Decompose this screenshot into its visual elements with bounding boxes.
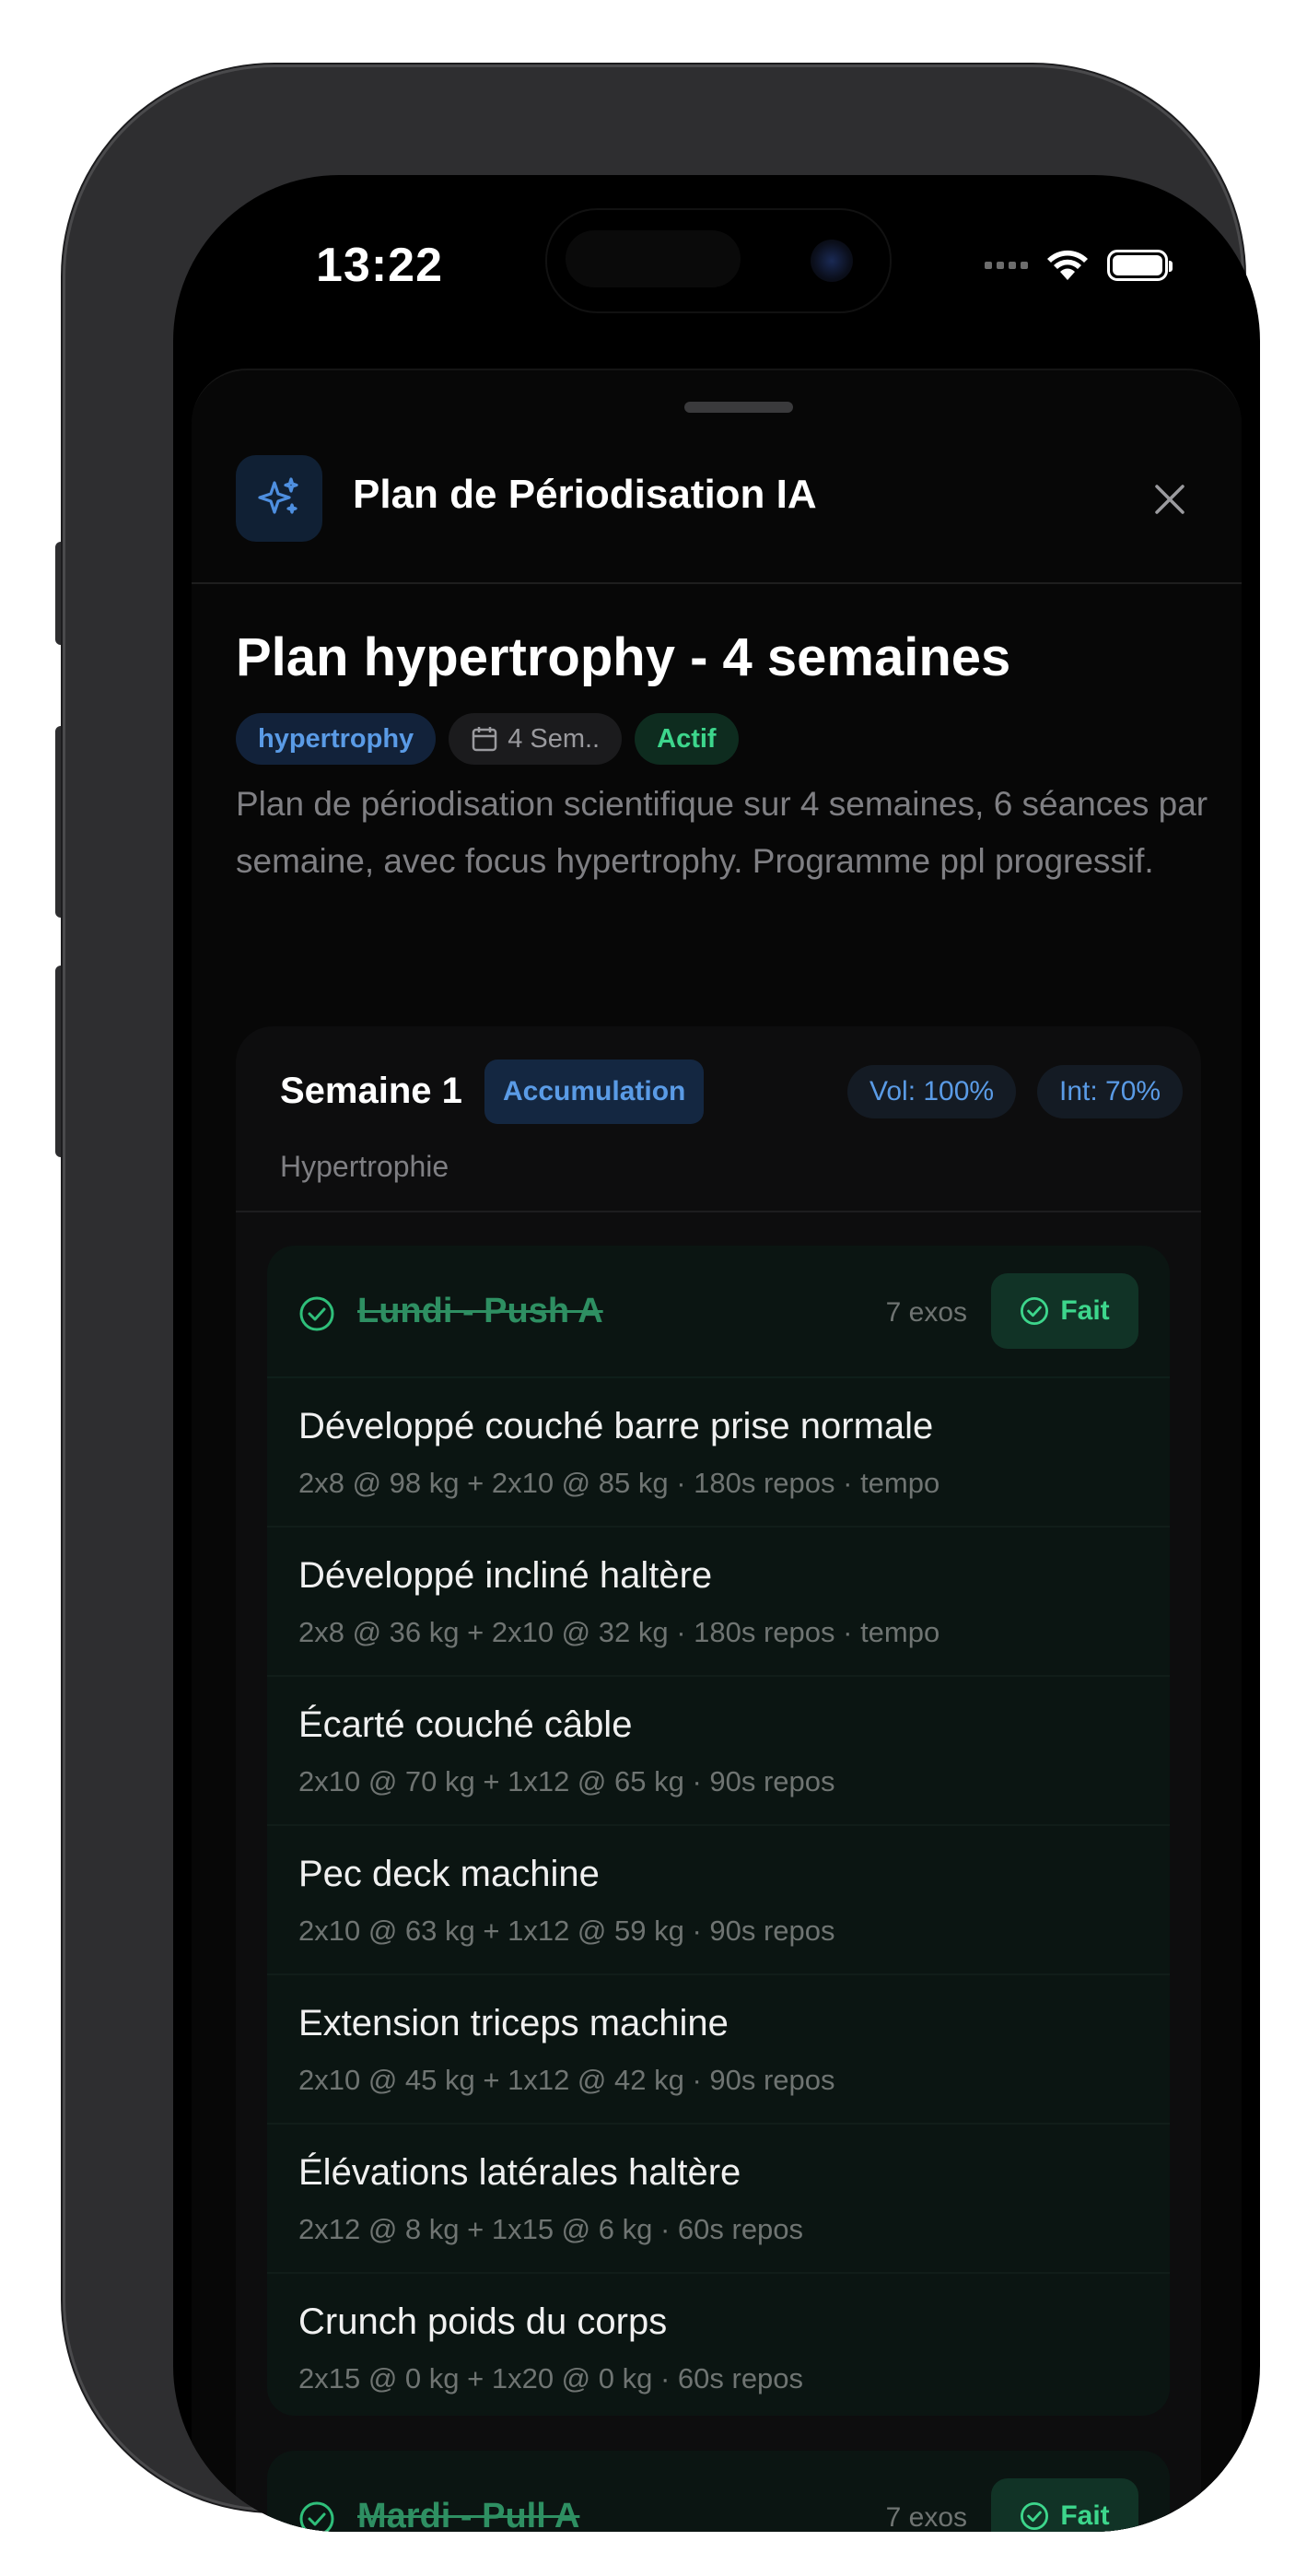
check-circle-icon: [1021, 2502, 1049, 2530]
status-time: 13:22: [316, 239, 443, 292]
done-label: Fait: [1060, 1295, 1110, 1326]
cellular-signal-icon: [985, 262, 1028, 269]
duration-label: 4 Sem..: [508, 723, 601, 754]
screen: 13:22 Plan de Périodisation IA Plan hype…: [173, 175, 1260, 2532]
session-card: Mardi - Pull A 7 exos Fait: [267, 2451, 1170, 2532]
week-subtitle: Hypertrophie: [280, 1150, 449, 1183]
exercise-detail: 2x15 @ 0 kg + 1x20 @ 0 kg · 60s repos: [298, 2362, 804, 2395]
check-circle-icon: [299, 2501, 334, 2532]
camera-icon: [811, 240, 853, 282]
goal-tag: hypertrophy: [236, 713, 437, 765]
exercise-name: Développé incliné haltère: [298, 1555, 713, 1596]
plan-tags: hypertrophy 4 Sem.. Actif: [236, 713, 739, 765]
exercise-list: Développé couché barre prise normale 2x8…: [267, 1378, 1170, 2416]
sheet-grabber[interactable]: [684, 402, 793, 413]
exercise-name: Élévations latérales haltère: [298, 2152, 741, 2193]
exercise-name: Crunch poids du corps: [298, 2301, 668, 2342]
session-name: Lundi - Push A: [357, 1292, 603, 1330]
session-name: Mardi - Pull A: [357, 2497, 580, 2532]
sheet-header: Plan de Périodisation IA: [192, 444, 1242, 584]
periodization-sheet: Plan de Périodisation IA Plan hypertroph…: [192, 369, 1242, 2532]
sparkles-icon: [236, 455, 322, 542]
exercise-item[interactable]: Crunch poids du corps 2x15 @ 0 kg + 1x20…: [267, 2274, 1170, 2416]
done-button[interactable]: Fait: [991, 1273, 1138, 1349]
week-header[interactable]: Semaine 1 Accumulation Vol: 100% Int: 70…: [236, 1026, 1201, 1212]
exercise-item[interactable]: Développé couché barre prise normale 2x8…: [267, 1378, 1170, 1528]
sheet-title: Plan de Périodisation IA: [353, 472, 817, 517]
calendar-icon: [472, 727, 497, 752]
exercise-count: 7 exos: [885, 2502, 967, 2532]
exercise-detail: 2x10 @ 63 kg + 1x12 @ 59 kg · 90s repos: [298, 1914, 835, 1947]
done-button[interactable]: Fait: [991, 2478, 1138, 2532]
exercise-item[interactable]: Écarté couché câble 2x10 @ 70 kg + 1x12 …: [267, 1677, 1170, 1826]
exercise-detail: 2x10 @ 70 kg + 1x12 @ 65 kg · 90s repos: [298, 1765, 835, 1797]
exercise-name: Développé couché barre prise normale: [298, 1406, 934, 1446]
exercise-detail: 2x12 @ 8 kg + 1x15 @ 6 kg · 60s repos: [298, 2213, 804, 2245]
exercise-name: Extension triceps machine: [298, 2003, 729, 2043]
dynamic-island: [545, 208, 892, 313]
exercise-name: Écarté couché câble: [298, 1704, 633, 1745]
check-circle-icon: [299, 1296, 334, 1331]
wifi-icon: [1047, 250, 1088, 280]
done-label: Fait: [1060, 2500, 1110, 2531]
close-icon: [1155, 485, 1184, 514]
status-tag: Actif: [635, 713, 739, 765]
intensity-badge: Int: 70%: [1037, 1065, 1184, 1118]
exercise-detail: 2x10 @ 45 kg + 1x12 @ 42 kg · 90s repos: [298, 2064, 835, 2096]
exercise-item[interactable]: Extension triceps machine 2x10 @ 45 kg +…: [267, 1975, 1170, 2125]
status-icons: [985, 249, 1173, 282]
plan-description: Plan de périodisation scientifique sur 4…: [236, 785, 1208, 880]
battery-icon: [1107, 250, 1173, 281]
exercise-detail: 2x8 @ 98 kg + 2x10 @ 85 kg · 180s repos …: [298, 1467, 940, 1499]
exercise-item[interactable]: Élévations latérales haltère 2x12 @ 8 kg…: [267, 2125, 1170, 2274]
phase-badge: Accumulation: [484, 1060, 705, 1124]
duration-tag: 4 Sem..: [449, 713, 623, 765]
exercise-item[interactable]: Développé incliné haltère 2x8 @ 36 kg + …: [267, 1528, 1170, 1677]
exercise-count: 7 exos: [885, 1297, 967, 1328]
close-button[interactable]: [1142, 472, 1197, 527]
exercise-name: Pec deck machine: [298, 1854, 600, 1894]
phone-frame: 13:22 Plan de Périodisation IA Plan hype…: [63, 64, 1260, 2532]
week-card[interactable]: Semaine 1 Accumulation Vol: 100% Int: 70…: [236, 1026, 1201, 2532]
session-header[interactable]: Lundi - Push A 7 exos Fait: [267, 1246, 1170, 1378]
plan-title: Plan hypertrophy - 4 semaines: [236, 627, 1011, 687]
check-circle-icon: [1021, 1297, 1049, 1325]
week-title: Semaine 1: [280, 1071, 462, 1111]
exercise-detail: 2x8 @ 36 kg + 2x10 @ 32 kg · 180s repos …: [298, 1616, 940, 1648]
session-header[interactable]: Mardi - Pull A 7 exos Fait: [267, 2451, 1170, 2532]
session-card: Lundi - Push A 7 exos Fait Développé cou…: [267, 1246, 1170, 2416]
volume-badge: Vol: 100%: [847, 1065, 1017, 1118]
exercise-item[interactable]: Pec deck machine 2x10 @ 63 kg + 1x12 @ 5…: [267, 1826, 1170, 1975]
